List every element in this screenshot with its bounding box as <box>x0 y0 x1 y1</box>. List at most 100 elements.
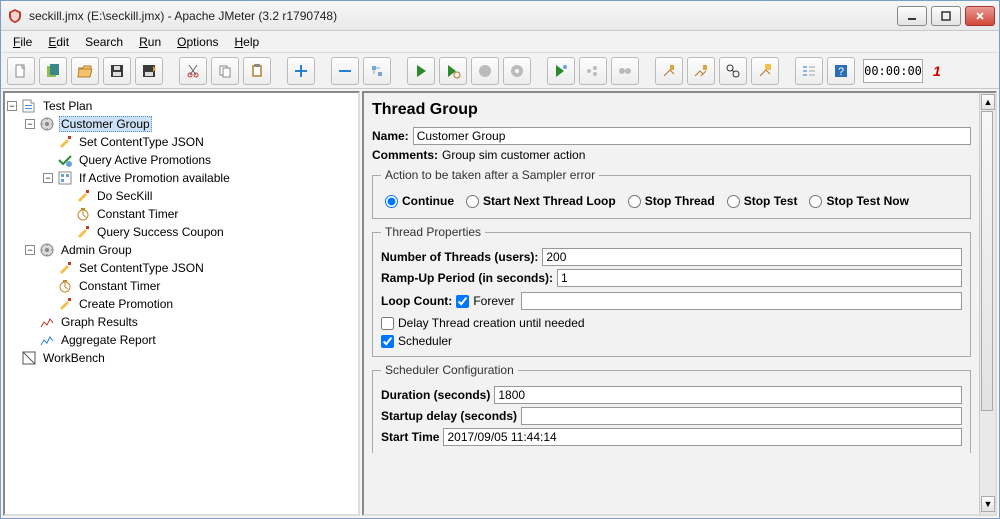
tree-label: If Active Promotion available <box>77 171 232 185</box>
legend-scheduler-config: Scheduler Configuration <box>381 363 518 377</box>
scheduler-checkbox[interactable] <box>381 335 394 348</box>
tree-node-query-active-promotions[interactable]: Query Active Promotions <box>7 151 356 169</box>
tree-node-customer-group[interactable]: −Customer Group <box>7 115 356 133</box>
collapse-button[interactable] <box>331 57 359 85</box>
tree-node-aggregate-report[interactable]: Aggregate Report <box>7 331 356 349</box>
sampler-icon <box>57 152 73 168</box>
minimize-button[interactable] <box>897 6 927 26</box>
new-button[interactable] <box>7 57 35 85</box>
delay-thread-checkbox[interactable] <box>381 317 394 330</box>
radio-stoptest-input[interactable] <box>727 195 740 208</box>
tree-node-ag-set-contenttype-json[interactable]: Set ContentType JSON <box>7 259 356 277</box>
scroll-down-icon[interactable]: ▼ <box>981 496 995 512</box>
vertical-scrollbar[interactable]: ▲ ▼ <box>979 93 995 514</box>
name-input[interactable] <box>413 127 971 145</box>
radio-stop-thread[interactable]: Stop Thread <box>628 194 715 208</box>
radio-stop-test-now[interactable]: Stop Test Now <box>809 194 908 208</box>
open-button[interactable] <box>71 57 99 85</box>
titlebar: seckill.jmx (E:\seckill.jmx) - Apache JM… <box>1 1 999 31</box>
clear-all-button[interactable] <box>687 57 715 85</box>
paste-button[interactable] <box>243 57 271 85</box>
tree-node-if-active-promotion[interactable]: − If Active Promotion available <box>7 169 356 187</box>
tree-label: Query Active Promotions <box>77 153 213 167</box>
start-remote-button[interactable] <box>547 57 575 85</box>
scroll-up-icon[interactable]: ▲ <box>981 94 995 110</box>
startup-delay-input[interactable] <box>521 407 962 425</box>
tree-node-workbench[interactable]: WorkBench <box>7 349 356 367</box>
function-helper-button[interactable] <box>795 57 823 85</box>
save-as-button[interactable] <box>135 57 163 85</box>
save-button[interactable] <box>103 57 131 85</box>
collapse-icon[interactable]: − <box>43 173 53 183</box>
radio-stop-test[interactable]: Stop Test <box>727 194 798 208</box>
radio-continue-input[interactable] <box>385 195 398 208</box>
toggle-button[interactable] <box>363 57 391 85</box>
tree-node-query-success-coupon[interactable]: Query Success Coupon <box>7 223 356 241</box>
tree-root: −Test Plan −Customer Group Set ContentTy… <box>7 97 356 367</box>
start-button[interactable] <box>407 57 435 85</box>
detail-scroll[interactable]: Thread Group Name: Comments: Group sim c… <box>364 93 979 514</box>
tree-node-graph-results[interactable]: Graph Results <box>7 313 356 331</box>
rampup-label: Ramp-Up Period (in seconds): <box>381 271 553 285</box>
templates-button[interactable] <box>39 57 67 85</box>
loop-count-label: Loop Count: <box>381 294 452 308</box>
search-button[interactable] <box>719 57 747 85</box>
tree-node-admin-group[interactable]: −Admin Group <box>7 241 356 259</box>
scroll-thumb[interactable] <box>981 111 993 411</box>
start-no-timers-button[interactable] <box>439 57 467 85</box>
shutdown-button[interactable] <box>503 57 531 85</box>
start-time-input[interactable] <box>443 428 962 446</box>
comments-value: Group sim customer action <box>442 148 585 162</box>
tree-pane[interactable]: −Test Plan −Customer Group Set ContentTy… <box>3 91 360 516</box>
menu-run[interactable]: Run <box>133 33 167 51</box>
testplan-icon <box>21 98 37 114</box>
loop-forever[interactable]: Forever <box>456 294 514 308</box>
radio-start-next-loop[interactable]: Start Next Thread Loop <box>466 194 616 208</box>
tree-node-constant-timer[interactable]: Constant Timer <box>7 205 356 223</box>
cut-button[interactable] <box>179 57 207 85</box>
menu-options[interactable]: Options <box>171 33 224 51</box>
num-threads-input[interactable] <box>542 248 962 266</box>
collapse-icon[interactable]: − <box>7 101 17 111</box>
radio-stopth-input[interactable] <box>628 195 641 208</box>
maximize-button[interactable] <box>931 6 961 26</box>
tree-label: Test Plan <box>41 99 94 113</box>
radio-continue[interactable]: Continue <box>385 194 454 208</box>
duration-input[interactable] <box>494 386 962 404</box>
radio-snl-input[interactable] <box>466 195 479 208</box>
toolbar: ? 00:00:00 1 <box>1 53 999 89</box>
menu-search[interactable]: Search <box>79 33 129 51</box>
start-remote-all-button[interactable] <box>579 57 607 85</box>
reset-search-button[interactable] <box>751 57 779 85</box>
menu-edit[interactable]: Edit <box>42 33 75 51</box>
panel-title: Thread Group <box>372 101 971 119</box>
threadgroup-icon <box>39 242 55 258</box>
help-button[interactable]: ? <box>827 57 855 85</box>
tree-node-do-seckill[interactable]: Do SecKill <box>7 187 356 205</box>
listener-icon <box>39 332 55 348</box>
stop-button[interactable] <box>471 57 499 85</box>
radio-stopnow-input[interactable] <box>809 195 822 208</box>
expand-button[interactable] <box>287 57 315 85</box>
stop-remote-button[interactable] <box>611 57 639 85</box>
collapse-icon[interactable]: − <box>25 245 35 255</box>
controller-icon <box>57 170 73 186</box>
config-icon <box>57 134 73 150</box>
rampup-input[interactable] <box>557 269 962 287</box>
menubar: File Edit Search Run Options Help <box>1 31 999 53</box>
fieldset-scheduler-config: Scheduler Configuration Duration (second… <box>372 363 971 453</box>
tree-node-test-plan[interactable]: − Test Plan <box>7 97 356 115</box>
menu-file[interactable]: File <box>7 33 38 51</box>
collapse-icon[interactable]: − <box>25 119 35 129</box>
tree-node-set-contenttype-json[interactable]: Set ContentType JSON <box>7 133 356 151</box>
loop-count-input[interactable] <box>521 292 962 310</box>
copy-button[interactable] <box>211 57 239 85</box>
menu-help[interactable]: Help <box>229 33 266 51</box>
tree-node-create-promotion[interactable]: Create Promotion <box>7 295 356 313</box>
row-duration: Duration (seconds) <box>381 386 962 404</box>
loop-forever-checkbox[interactable] <box>456 295 469 308</box>
tree-node-ag-constant-timer[interactable]: Constant Timer <box>7 277 356 295</box>
body: −Test Plan −Customer Group Set ContentTy… <box>1 89 999 518</box>
close-button[interactable] <box>965 6 995 26</box>
clear-button[interactable] <box>655 57 683 85</box>
